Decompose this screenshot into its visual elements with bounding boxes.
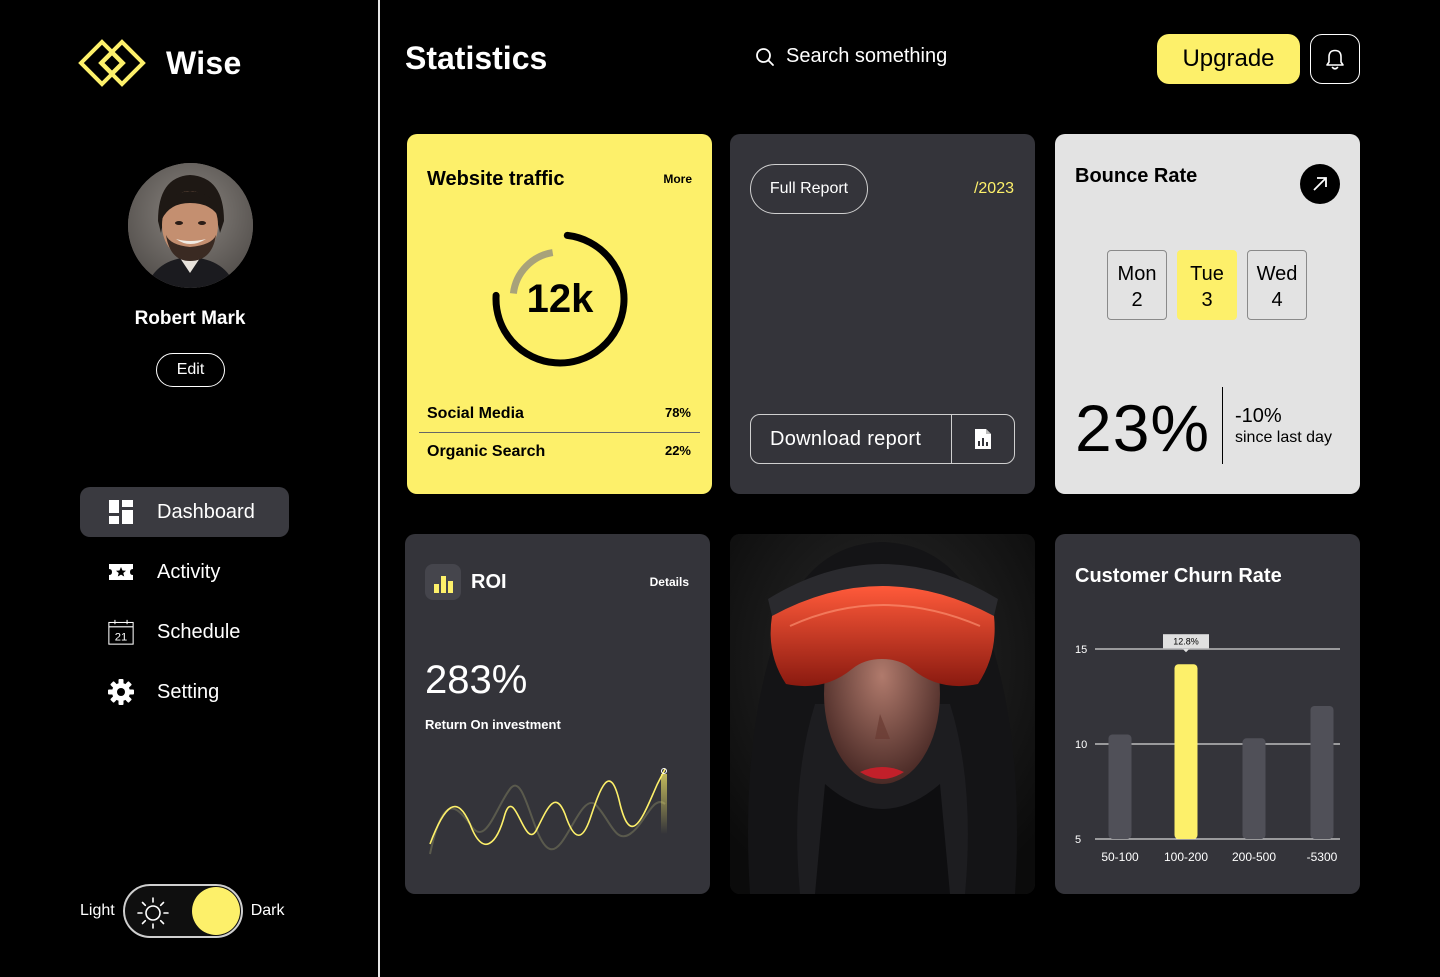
download-label: Download report: [770, 427, 922, 450]
churn-bar-chart: 5 10 15 50-100 100-200 12.8% 200-500 -5300: [1075, 634, 1340, 864]
website-traffic-card: Website traffic More 12k Social Media 78…: [407, 134, 712, 494]
day-name: Wed: [1256, 263, 1298, 285]
customer-churn-card: Customer Churn Rate 5 10 15 50-100 100-200 12…: [1055, 534, 1360, 894]
nav-label: Activity: [157, 560, 221, 583]
day-name: Mon: [1117, 263, 1157, 285]
dashboard-icon: [108, 499, 134, 525]
edit-profile-button[interactable]: Edit: [156, 353, 225, 387]
page-title: Statistics: [405, 40, 548, 76]
theme-light-label: Light: [80, 902, 115, 919]
open-button[interactable]: [1300, 164, 1340, 204]
logo-icon: [78, 39, 146, 87]
day-chip-selected[interactable]: Tue 3: [1177, 250, 1237, 320]
svg-text:21: 21: [115, 632, 128, 644]
tooltip-label: 12.8%: [1173, 637, 1199, 647]
x-tick-label: 100-200: [1164, 850, 1208, 864]
profile-name: Robert Mark: [134, 308, 246, 329]
bounce-change-label: since last day: [1235, 429, 1332, 446]
roi-value: 283%: [425, 658, 528, 702]
more-link[interactable]: More: [663, 172, 692, 186]
nav-item-schedule[interactable]: 21 Schedule: [80, 607, 289, 657]
notifications-button[interactable]: [1310, 34, 1360, 84]
search-icon: [756, 47, 774, 66]
featured-image-card[interactable]: [730, 534, 1035, 894]
day-selector: Mon 2 Tue 3 Wed 4: [1107, 250, 1317, 320]
bounce-value: 23%: [1075, 391, 1211, 465]
bell-icon: [1326, 49, 1344, 70]
theme-toggle[interactable]: [122, 884, 243, 938]
roi-card: ROI Details 283% Return On investment: [405, 534, 710, 894]
nav-item-dashboard[interactable]: Dashboard: [80, 487, 289, 537]
day-number: 2: [1131, 289, 1143, 311]
bar: [1310, 706, 1334, 839]
portrait-image: [730, 534, 1035, 894]
arrow-up-right-icon: [1313, 177, 1327, 191]
source-name: Social Media: [427, 405, 524, 422]
bar: [1242, 738, 1266, 839]
x-tick-label: 50-100: [1101, 850, 1139, 864]
sidebar: Wise Robert Mark Edit Dashboard Activity…: [0, 0, 380, 977]
bounce-change: -10%: [1235, 405, 1282, 427]
source-percent: 78%: [664, 405, 691, 420]
day-number: 3: [1201, 289, 1213, 311]
card-title: Website traffic: [427, 168, 565, 190]
avatar-portrait: [128, 163, 253, 288]
bar-highlighted: [1174, 664, 1198, 839]
download-report-button[interactable]: Download report: [750, 414, 1015, 464]
nav-label: Dashboard: [157, 500, 255, 523]
nav-item-setting[interactable]: Setting: [80, 667, 289, 717]
report-year: /2023: [973, 180, 1014, 197]
source-percent: 22%: [664, 443, 691, 458]
gear-icon: [108, 679, 134, 705]
card-title: ROI: [471, 571, 507, 593]
calendar-icon: 21: [108, 619, 134, 645]
brand-logo[interactable]: Wise: [78, 38, 242, 88]
search-placeholder: Search something: [786, 45, 948, 67]
traffic-source-row: Social Media 78%: [427, 405, 692, 423]
traffic-source-row: Organic Search 22%: [427, 443, 692, 461]
sun-icon: [136, 897, 169, 929]
roi-sparkline: [429, 768, 667, 855]
tooltip-pointer: [1182, 648, 1190, 653]
y-tick-label: 15: [1075, 644, 1087, 656]
divider: [1222, 387, 1223, 464]
upgrade-button[interactable]: Upgrade: [1157, 34, 1300, 84]
nav-item-activity[interactable]: Activity: [80, 547, 289, 597]
search-input[interactable]: Search something: [755, 45, 947, 68]
y-tick-label: 5: [1075, 834, 1081, 846]
toggle-knob[interactable]: [191, 887, 240, 935]
brand-name: Wise: [166, 44, 242, 81]
bounce-rate-card: Bounce Rate Mon 2 Tue 3 Wed 4 23% -10% s…: [1055, 134, 1360, 494]
theme-dark-label: Dark: [250, 902, 285, 919]
main-nav: Dashboard Activity 21 Schedule Setting: [80, 487, 289, 727]
details-link[interactable]: Details: [650, 575, 689, 589]
day-name: Tue: [1190, 263, 1224, 285]
bar-chart-icon: [425, 564, 461, 600]
day-chip[interactable]: Mon 2: [1107, 250, 1167, 320]
x-tick-label: 200-500: [1232, 850, 1276, 864]
card-title: Bounce Rate: [1075, 165, 1198, 187]
file-chart-icon: [951, 415, 1014, 463]
ticket-icon: [108, 559, 134, 585]
y-tick-label: 10: [1075, 739, 1087, 751]
nav-label: Schedule: [157, 620, 241, 643]
divider: [419, 432, 700, 433]
full-report-button[interactable]: Full Report: [750, 164, 868, 214]
bar: [1108, 734, 1132, 839]
day-number: 4: [1271, 289, 1283, 311]
traffic-total: 12k: [526, 276, 594, 321]
source-name: Organic Search: [427, 443, 546, 460]
avatar[interactable]: [128, 163, 253, 288]
theme-switcher: Light Dark: [80, 884, 284, 938]
day-chip[interactable]: Wed 4: [1247, 250, 1307, 320]
nav-label: Setting: [157, 680, 220, 703]
roi-subtitle: Return On investment: [425, 717, 561, 732]
report-card: Full Report /2023 Download report: [730, 134, 1035, 494]
x-tick-label: -5300: [1307, 850, 1338, 864]
